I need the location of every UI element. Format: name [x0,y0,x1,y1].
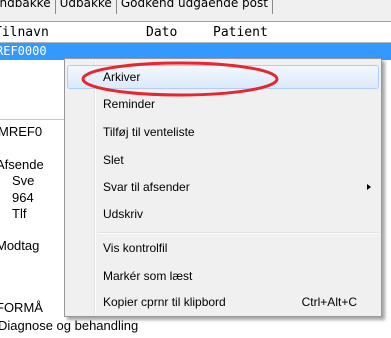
detail-recipient-label: Modtag [0,238,40,253]
column-header-date[interactable]: Dato [146,22,177,43]
column-header-patient[interactable]: Patient [213,22,268,43]
menu-item-delete[interactable]: Slet [67,148,379,172]
menu-item-add-to-waitlist[interactable]: Tilføj til venteliste [67,120,379,144]
menu-item-reminder[interactable]: Reminder [67,92,379,116]
detail-purpose-label: FORMÅ [0,300,43,315]
detail-diagnosis: Diagnose og behandling [0,318,139,333]
detail-reference: MREF0 [0,124,43,139]
column-header-name[interactable]: Tilnavn [0,22,49,43]
detail-sender-name: Sve [12,173,35,188]
menu-item-reply-to-sender[interactable]: Svar til afsender [67,175,379,199]
tab-strip: Indbakke Udbakke Godkend udgående post [0,0,391,22]
row-name-cell: REF0000 [0,44,47,58]
menu-item-print[interactable]: Udskriv [67,202,379,226]
menu-item-label: Slet [103,153,124,167]
menu-item-label: Svar til afsender [103,180,190,194]
menu-item-label: Kopier cprnr til klipbord [103,295,226,309]
list-column-headers: Tilnavn Dato Patient [0,22,391,43]
context-menu: Arkiver Reminder Tilføj til venteliste S… [64,58,382,317]
detail-sender-address: 964 [12,190,34,205]
tab-outbox[interactable]: Udbakke [56,0,117,14]
chevron-right-icon [367,184,371,190]
detail-divider [0,119,70,120]
menu-item-label: Markér som læst [103,269,193,283]
menu-item-label: Arkiver [103,70,141,84]
menu-item-label: Udskriv [103,207,144,221]
menu-item-label: Tilføj til venteliste [103,125,195,139]
menu-item-shortcut: Ctrl+Alt+C [301,295,357,309]
tab-approve-outgoing[interactable]: Godkend udgående post [117,0,273,14]
menu-item-copy-cpr[interactable]: Kopier cprnr til klipbord Ctrl+Alt+C [67,290,379,314]
menu-item-label: Reminder [103,97,156,111]
detail-sender-label: Afsende [0,157,44,172]
menu-item-mark-as-read[interactable]: Markér som læst [67,264,379,288]
tab-inbox[interactable]: Indbakke [0,0,56,14]
menu-item-show-control-file[interactable]: Vis kontrolfil [67,236,379,260]
menu-item-archive[interactable]: Arkiver [67,65,379,89]
menu-item-label: Vis kontrolfil [103,241,168,255]
detail-sender-phone: Tlf [12,206,27,221]
menu-separator [98,232,379,234]
